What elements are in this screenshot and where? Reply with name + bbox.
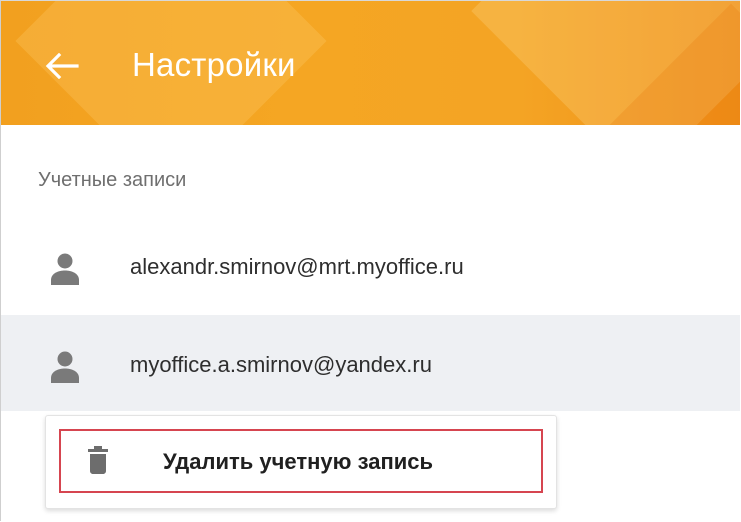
person-icon [50, 252, 80, 286]
delete-account-button[interactable]: Удалить учетную запись [59, 429, 543, 493]
person-icon [50, 350, 80, 384]
account-email: myoffice.a.smirnov@yandex.ru [130, 352, 432, 377]
arrow-left-icon[interactable] [45, 52, 79, 80]
account-row-selected[interactable]: myoffice.a.smirnov@yandex.ru [1, 315, 740, 411]
section-header-accounts: Учетные записи [38, 169, 187, 191]
account-email: alexandr.smirnov@mrt.myoffice.ru [130, 254, 464, 279]
delete-account-label: Удалить учетную запись [163, 449, 434, 474]
settings-screen: Настройки Учетные записи alexandr.smirno… [0, 0, 740, 521]
trash-icon [88, 446, 108, 474]
page-title: Настройки [132, 46, 296, 83]
account-context-menu: Удалить учетную запись [45, 415, 557, 509]
account-row[interactable]: alexandr.smirnov@mrt.myoffice.ru [1, 219, 740, 315]
app-bar: Настройки [1, 1, 740, 125]
